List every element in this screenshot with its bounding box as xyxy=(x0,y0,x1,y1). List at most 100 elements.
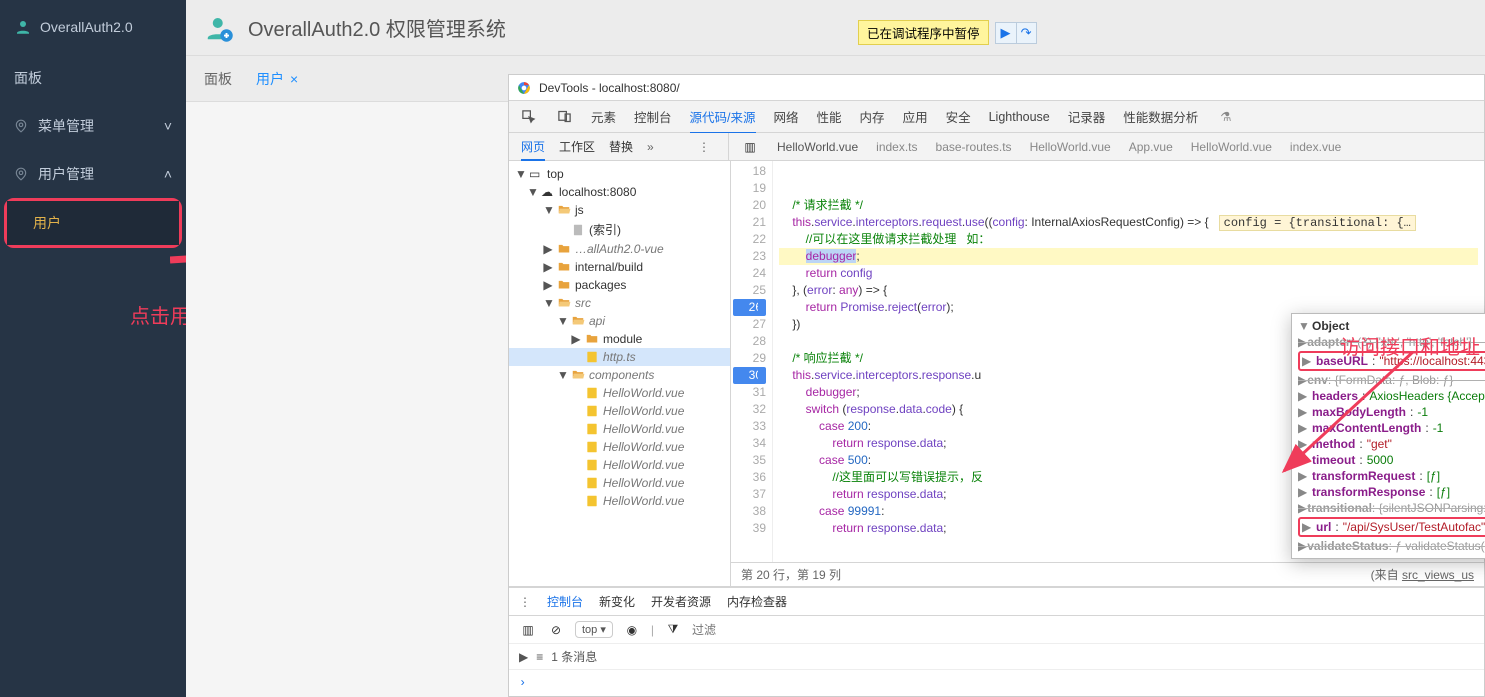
tab-console[interactable]: 控制台 xyxy=(634,107,672,126)
object-property-row[interactable]: ▶maxBodyLength: -1 xyxy=(1298,404,1485,420)
devtools-window: DevTools - localhost:8080/ 元素 控制台 源代码/来源… xyxy=(508,74,1485,697)
nav-item-menu-mgmt[interactable]: 菜单管理 ˅ xyxy=(0,102,186,150)
file-tree-node[interactable]: ▼src xyxy=(509,294,730,312)
clear-console-icon[interactable]: ⊘ xyxy=(547,621,565,639)
file-tree-node[interactable]: ▶…allAuth2.0-vue xyxy=(509,240,730,258)
debug-resume-button[interactable]: ▶ xyxy=(996,23,1016,43)
sources-subtab-workspace[interactable]: 工作区 xyxy=(559,138,595,155)
app-brand: OverallAuth2.0 xyxy=(0,0,186,54)
tab-sources[interactable]: 源代码/来源 xyxy=(690,107,756,134)
devtools-title: DevTools - localhost:8080/ xyxy=(539,81,680,95)
file-tree-node[interactable]: HelloWorld.vue xyxy=(509,402,730,420)
console-msg-row[interactable]: ▶≡ 1 条消息 xyxy=(509,644,1484,670)
kebab-icon[interactable]: ⋮ xyxy=(692,140,716,154)
object-property-row[interactable]: ▶timeout: 5000 xyxy=(1298,452,1485,468)
object-property-row[interactable]: ▶transformResponse: [ƒ] xyxy=(1298,484,1485,500)
debug-step-button[interactable]: ↷ xyxy=(1016,23,1036,43)
file-tree-node[interactable]: HelloWorld.vue xyxy=(509,456,730,474)
file-tree-node[interactable]: ▼api xyxy=(509,312,730,330)
line-gutter[interactable]: 1819202122232425262728293031323334353637… xyxy=(731,161,773,562)
object-property-row[interactable]: ▶url: "/api/SysUser/TestAutofac" xyxy=(1298,517,1485,537)
highlight-user-subitem: 用户 xyxy=(4,198,182,248)
chrome-icon xyxy=(517,81,531,95)
file-tree[interactable]: ▼▭top ▼☁localhost:8080 ▼js(索引)▶…allAuth2… xyxy=(509,161,731,586)
open-file-tab[interactable]: index.vue xyxy=(1290,140,1341,154)
app-tab-user[interactable]: 用户× xyxy=(256,69,298,89)
open-file-tab[interactable]: HelloWorld.vue xyxy=(1191,140,1272,154)
nav-item-user-mgmt[interactable]: 用户管理 ˄ xyxy=(0,150,186,198)
live-expression-icon[interactable]: ◉ xyxy=(623,621,641,639)
device-toolbar-icon[interactable] xyxy=(555,108,573,126)
drawer-tab-devresources[interactable]: 开发者资源 xyxy=(651,593,711,610)
file-tree-node[interactable]: (索引) xyxy=(509,219,730,240)
nav-subitem-user[interactable]: 用户 xyxy=(7,201,179,245)
cloud-icon: ☁ xyxy=(541,185,555,199)
file-tree-node[interactable]: ▼components xyxy=(509,366,730,384)
nav-label: 面板 xyxy=(14,68,42,88)
app-title: OverallAuth2.0 权限管理系统 xyxy=(248,13,506,42)
console-scope-select[interactable]: top ▾ xyxy=(575,621,613,638)
app-tab-dashboard[interactable]: 面板 xyxy=(204,69,232,89)
sources-mid: ▼▭top ▼☁localhost:8080 ▼js(索引)▶…allAuth2… xyxy=(509,161,1484,587)
tab-perf-insights[interactable]: 性能数据分析 xyxy=(1123,107,1198,126)
file-tree-node[interactable]: HelloWorld.vue xyxy=(509,420,730,438)
file-tree-node[interactable]: ▶internal/build xyxy=(509,258,730,276)
nav-label: 菜单管理 xyxy=(38,116,94,136)
devtools-titlebar[interactable]: DevTools - localhost:8080/ xyxy=(509,75,1484,101)
file-tree-node[interactable]: ▼js xyxy=(509,201,730,219)
lab-icon: ⚗ xyxy=(1220,109,1231,124)
drawer-tab-meminspect[interactable]: 内存检查器 xyxy=(727,593,787,610)
tab-performance[interactable]: 性能 xyxy=(817,107,842,126)
source-origin: (来自 src_views_us xyxy=(1371,566,1474,583)
console-prompt[interactable]: › xyxy=(509,670,1484,696)
app-sidebar: OverallAuth2.0 面板 菜单管理 ˅ 用户管理 ˄ 用户 xyxy=(0,0,186,697)
file-tree-node[interactable]: HelloWorld.vue xyxy=(509,384,730,402)
file-tree-node[interactable]: HelloWorld.vue xyxy=(509,492,730,510)
debug-paused-banner: 已在调试程序中暂停 ▶ ↷ xyxy=(858,20,1037,45)
open-file-tab[interactable]: HelloWorld.vue xyxy=(777,140,858,154)
sources-subtab-overrides[interactable]: 替换 xyxy=(609,138,633,155)
open-file-tab[interactable]: index.ts xyxy=(876,140,917,154)
sidebar-toggle-icon[interactable]: ▥ xyxy=(519,621,537,639)
chevron-up-icon: ˄ xyxy=(164,166,172,182)
object-property-row[interactable]: ▶method: "get" xyxy=(1298,436,1485,452)
pin-icon xyxy=(14,167,28,181)
drawer-tab-console[interactable]: 控制台 xyxy=(547,593,583,610)
editor-status-bar: 第 20 行，第 19 列 (来自 src_views_us xyxy=(731,562,1484,586)
toggle-sidebar-icon[interactable]: ▥ xyxy=(741,138,759,156)
tab-application[interactable]: 应用 xyxy=(903,107,928,126)
kebab-icon[interactable]: ⋮ xyxy=(519,595,531,609)
annotation-right: 访问接口和地址 xyxy=(1340,331,1480,360)
drawer-tab-whatsnew[interactable]: 新变化 xyxy=(599,593,635,610)
nav-item-dashboard[interactable]: 面板 xyxy=(0,54,186,102)
more-icon[interactable]: » xyxy=(647,140,654,154)
tab-recorder[interactable]: 记录器 xyxy=(1068,107,1106,126)
open-file-tab[interactable]: HelloWorld.vue xyxy=(1030,140,1111,154)
open-file-tab[interactable]: base-routes.ts xyxy=(936,140,1012,154)
object-property-row[interactable]: ▶maxContentLength: -1 xyxy=(1298,420,1485,436)
sources-subtab-page[interactable]: 网页 xyxy=(521,138,545,161)
tab-elements[interactable]: 元素 xyxy=(591,107,616,126)
tab-security[interactable]: 安全 xyxy=(946,107,971,126)
tab-memory[interactable]: 内存 xyxy=(860,107,885,126)
source-link[interactable]: src_views_us xyxy=(1402,568,1474,582)
list-icon: ≡ xyxy=(536,650,543,664)
file-tree-node[interactable]: HelloWorld.vue xyxy=(509,474,730,492)
file-tree-node[interactable]: ▶module xyxy=(509,330,730,348)
file-tree-node[interactable]: HelloWorld.vue xyxy=(509,438,730,456)
file-tree-node[interactable]: http.ts xyxy=(509,348,730,366)
open-file-tab[interactable]: App.vue xyxy=(1129,140,1173,154)
object-property-row[interactable]: ▶headers: AxiosHeaders {Accept: 'applica… xyxy=(1298,388,1485,404)
object-property-row[interactable]: ▶validateStatus: ƒ validateStatus(status… xyxy=(1298,538,1485,554)
file-tree-root[interactable]: ▼▭top xyxy=(509,165,730,183)
close-icon[interactable]: × xyxy=(290,71,298,87)
object-property-row[interactable]: ▶env: {FormData: ƒ, Blob: ƒ} xyxy=(1298,372,1485,388)
inspect-element-icon[interactable] xyxy=(519,108,537,126)
object-property-row[interactable]: ▶transformRequest: [ƒ] xyxy=(1298,468,1485,484)
tab-lighthouse[interactable]: Lighthouse xyxy=(989,110,1050,124)
file-tree-node[interactable]: ▶packages xyxy=(509,276,730,294)
tab-network[interactable]: 网络 xyxy=(774,107,799,126)
object-property-row[interactable]: ▶transitional: {silentJSONParsing: true, xyxy=(1298,500,1485,516)
console-filter-input[interactable] xyxy=(692,623,812,637)
file-tree-host[interactable]: ▼☁localhost:8080 xyxy=(509,183,730,201)
